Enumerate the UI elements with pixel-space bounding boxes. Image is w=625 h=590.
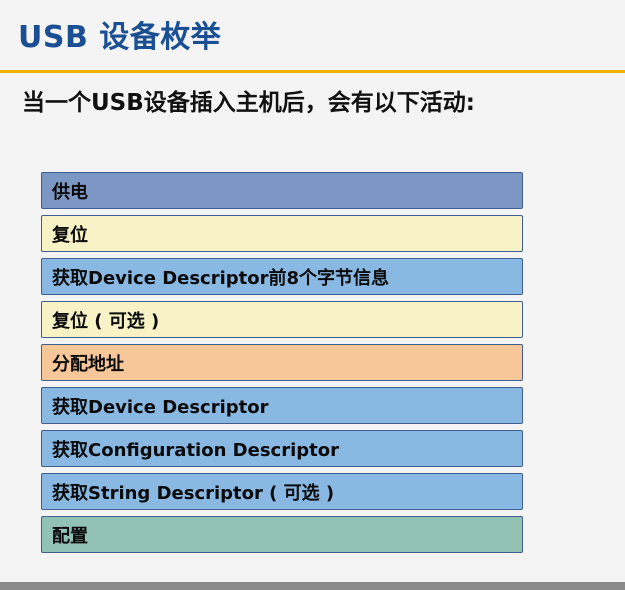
step-assign-address: 分配地址: [41, 344, 523, 381]
step-label: 复位: [52, 224, 88, 246]
step-label: 获取String Descriptor ( 可选 ): [52, 482, 335, 504]
bottom-bar: [0, 582, 625, 590]
enumeration-steps-list: 供电 复位 获取Device Descriptor前8个字节信息 复位 ( 可选…: [41, 172, 523, 559]
step-label: 复位 ( 可选 ): [52, 310, 160, 332]
step-get-device-descriptor-first-8-bytes: 获取Device Descriptor前8个字节信息: [41, 258, 523, 295]
step-get-string-descriptor-optional: 获取String Descriptor ( 可选 ): [41, 473, 523, 510]
step-label: 分配地址: [52, 353, 124, 375]
step-configure: 配置: [41, 516, 523, 553]
title-underline: [0, 70, 625, 73]
step-label: 配置: [52, 525, 88, 547]
step-reset: 复位: [41, 215, 523, 252]
slide: USB 设备枚举 当一个USB设备插入主机后，会有以下活动: 供电 复位 获取D…: [0, 0, 625, 590]
step-label: 获取Device Descriptor前8个字节信息: [52, 267, 390, 289]
step-get-configuration-descriptor: 获取Configuration Descriptor: [41, 430, 523, 467]
step-label: 获取Configuration Descriptor: [52, 439, 339, 461]
step-reset-optional: 复位 ( 可选 ): [41, 301, 523, 338]
slide-subtitle: 当一个USB设备插入主机后，会有以下活动:: [22, 90, 475, 116]
step-label: 供电: [52, 181, 88, 203]
slide-title: USB 设备枚举: [18, 20, 222, 55]
step-label: 获取Device Descriptor: [52, 396, 269, 418]
step-power: 供电: [41, 172, 523, 209]
step-get-device-descriptor: 获取Device Descriptor: [41, 387, 523, 424]
